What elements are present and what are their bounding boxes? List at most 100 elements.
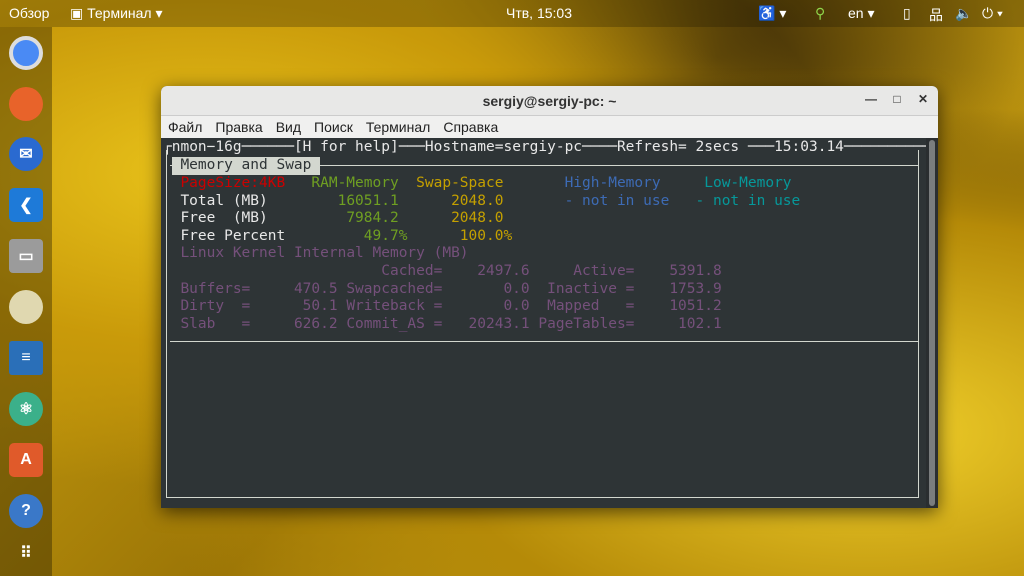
terminal-icon: ▣ xyxy=(70,5,88,21)
app-menu-label: Терминал xyxy=(87,5,152,21)
inactive-value: 1753.9 xyxy=(669,280,722,297)
kernel-title-row: Linux Kernel Internal Memory (MB) xyxy=(163,245,923,263)
buffers-value: 470.5 xyxy=(293,280,338,297)
column-headers: PageSize:4KB RAM-Memory Swap-Space High-… xyxy=(163,175,923,193)
menu-terminal[interactable]: Терминал xyxy=(366,119,430,135)
thunderbird-icon[interactable]: ✉ xyxy=(9,137,43,171)
mapped-value: 1051.2 xyxy=(669,298,722,315)
app-menu[interactable]: ▣ Терминал ▾ xyxy=(70,5,163,22)
menu-help[interactable]: Справка xyxy=(443,119,498,135)
swap-header: Swap-Space xyxy=(416,175,504,191)
box-bottom-border xyxy=(166,497,919,498)
high-memory-header: High-Memory xyxy=(564,175,661,191)
mapped-label: Mapped = xyxy=(547,298,635,315)
pagesize-label: PageSize:4KB xyxy=(180,175,286,191)
chrome-icon[interactable] xyxy=(9,36,43,70)
total-row: Total (MB) 16051.1 2048.0 - not in use -… xyxy=(163,193,923,211)
slab-label: Slab = xyxy=(180,315,251,332)
separator: ──────────────────┐ xyxy=(843,139,938,155)
atom-icon[interactable]: ⚛ xyxy=(9,392,43,426)
ram-header: RAM-Memory xyxy=(311,175,399,191)
separator: ────── xyxy=(241,139,294,155)
menu-file[interactable]: Файл xyxy=(168,119,202,135)
high-memory-status: - not in use xyxy=(564,192,670,209)
activities-button[interactable]: Обзор xyxy=(9,5,49,21)
percent-row: Free Percent 49.7% 100.0% xyxy=(163,228,923,246)
menu-view[interactable]: Вид xyxy=(276,119,301,135)
help-hint: [H for help] xyxy=(293,139,399,155)
language-menu[interactable]: en ▾ xyxy=(848,5,875,22)
inactive-label: Inactive = xyxy=(547,280,635,297)
power-menu-icon[interactable]: ⏻ ▾ xyxy=(982,5,1003,22)
kernel-title: Linux Kernel Internal Memory (MB) xyxy=(180,245,469,262)
menu-bar: Файл Правка Вид Поиск Терминал Справка xyxy=(161,116,938,138)
firefox-icon[interactable] xyxy=(9,87,43,121)
time: 15:03.14 xyxy=(774,139,844,155)
top-bar: Обзор ▣ Терминал ▾ Чтв, 15:03 ♿ ▾ ⚲ en ▾… xyxy=(0,0,1024,27)
volume-icon[interactable]: 🔈 xyxy=(955,5,972,22)
active-value: 5391.8 xyxy=(669,263,722,279)
free-label: Free (MB) xyxy=(180,210,268,227)
separator: ─── xyxy=(747,139,775,155)
writeback-label: Writeback = xyxy=(346,298,443,315)
section-title: Memory and Swap xyxy=(171,157,321,175)
dirty-label: Dirty = xyxy=(180,298,251,315)
separator: ──── xyxy=(582,139,617,155)
minimize-button[interactable]: — xyxy=(862,92,880,106)
menu-edit[interactable]: Правка xyxy=(215,119,262,135)
percent-ram: 49.7% xyxy=(363,227,408,244)
percent-label: Free Percent xyxy=(180,227,286,244)
program-name: ┌nmon−16g xyxy=(163,139,242,155)
dirty-value: 50.1 xyxy=(302,298,338,315)
maximize-button[interactable]: □ xyxy=(888,92,906,106)
phone-icon[interactable]: ▯ xyxy=(903,5,911,22)
low-memory-status: - not in use xyxy=(695,192,801,209)
section-row: Memory and Swap xyxy=(163,157,923,175)
clock[interactable]: Чтв, 15:03 xyxy=(506,5,572,21)
help-icon[interactable]: ? xyxy=(9,494,43,528)
writeback-value: 0.0 xyxy=(503,298,530,315)
active-label: Active= xyxy=(573,263,635,279)
free-row: Free (MB) 7984.2 2048.0 xyxy=(163,210,923,228)
files-icon[interactable]: ▭ xyxy=(9,239,43,273)
rhythmbox-icon[interactable] xyxy=(9,290,43,324)
network-indicator-icon[interactable]: ⚲ xyxy=(815,5,825,22)
pagetables-value: 102.1 xyxy=(678,315,722,332)
kernel-row-1: Cached= 2497.6 Active= 5391.8 xyxy=(163,263,923,281)
nmon-header: ┌nmon−16g ────── [H for help] ─── Hostna… xyxy=(163,139,938,157)
total-label: Total (MB) xyxy=(180,192,268,209)
refresh-rate: Refresh= 2secs xyxy=(616,139,748,155)
network-wired-icon[interactable]: 品 xyxy=(929,5,943,25)
menu-search[interactable]: Поиск xyxy=(314,119,353,135)
dock: ✉ ❮ ▭ ≡ ⚛ A ? ⠿ xyxy=(0,27,52,576)
close-button[interactable]: ✕ xyxy=(914,92,932,106)
kernel-row-2: Buffers= 470.5 Swapcached= 0.0 Inactive … xyxy=(163,281,923,299)
title-bar[interactable]: sergiy@sergiy-pc: ~ — □ ✕ xyxy=(161,86,938,116)
percent-swap: 100.0% xyxy=(459,227,513,244)
terminal-content[interactable]: ┌nmon−16g ────── [H for help] ─── Hostna… xyxy=(161,138,938,508)
swapcached-label: Swapcached= xyxy=(346,280,443,297)
terminal-window: sergiy@sergiy-pc: ~ — □ ✕ Файл Правка Ви… xyxy=(161,86,938,508)
vscode-icon[interactable]: ❮ xyxy=(9,188,43,222)
kernel-row-4: Slab = 626.2 Commit_AS = 20243.1 PageTab… xyxy=(163,316,923,334)
swapcached-value: 0.0 xyxy=(503,280,530,297)
section-end-rule xyxy=(170,341,918,342)
commit-as-label: Commit_AS = xyxy=(346,315,443,332)
accessibility-icon[interactable]: ♿ ▾ xyxy=(758,5,786,22)
kernel-row-3: Dirty = 50.1 Writeback = 0.0 Mapped = 10… xyxy=(163,298,923,316)
commit-as-value: 20243.1 xyxy=(468,315,530,332)
pagetables-label: PageTables= xyxy=(538,315,635,332)
scrollbar-thumb[interactable] xyxy=(929,140,935,506)
window-title: sergiy@sergiy-pc: ~ xyxy=(482,92,617,109)
language-label: en xyxy=(848,5,864,21)
slab-value: 626.2 xyxy=(293,315,338,332)
show-apps-icon[interactable]: ⠿ xyxy=(9,536,43,570)
writer-icon[interactable]: ≡ xyxy=(9,341,43,375)
cached-value: 2497.6 xyxy=(477,263,530,279)
software-center-icon[interactable]: A xyxy=(9,443,43,477)
free-ram: 7984.2 xyxy=(346,210,399,227)
total-ram: 16051.1 xyxy=(337,192,399,209)
scrollbar[interactable] xyxy=(926,138,938,508)
low-memory-header: Low-Memory xyxy=(704,175,792,191)
total-swap: 2048.0 xyxy=(451,192,504,209)
